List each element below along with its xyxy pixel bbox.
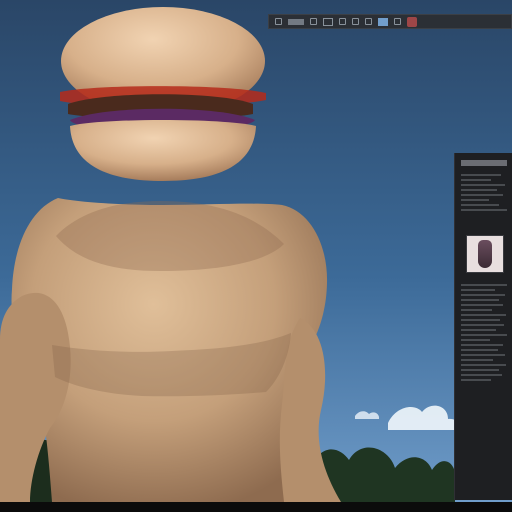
detail-line (461, 314, 506, 316)
properties-panel (454, 153, 512, 500)
detail-line (461, 289, 495, 291)
detail-line (461, 369, 499, 371)
detail-line (461, 319, 500, 321)
export-icon[interactable] (394, 18, 401, 25)
detail-line (461, 334, 507, 336)
eraser-icon[interactable] (352, 18, 359, 25)
panel-header (461, 160, 507, 166)
detail-line (461, 329, 496, 331)
detail-line (461, 304, 503, 306)
brush-icon[interactable] (339, 18, 346, 25)
detail-line (461, 309, 492, 311)
panel-settings-lines (461, 171, 507, 214)
setting-line (461, 194, 503, 196)
detail-line (461, 339, 490, 341)
setting-line (461, 204, 499, 206)
viewport-toolbar (268, 14, 512, 29)
detail-line (461, 344, 503, 346)
detail-line (461, 364, 506, 366)
setting-line (461, 189, 497, 191)
detail-line (461, 359, 493, 361)
thumbnail-subject (478, 240, 492, 268)
setting-line (461, 184, 505, 186)
panel-details-lines (461, 281, 507, 384)
app-window (0, 0, 512, 512)
detail-line (461, 349, 498, 351)
close-icon[interactable] (407, 16, 417, 27)
move-icon[interactable] (288, 18, 304, 25)
setting-line (461, 179, 491, 181)
setting-line (461, 174, 501, 176)
setting-line (461, 209, 507, 211)
image-icon[interactable] (378, 17, 388, 26)
render-viewport[interactable] (0, 0, 512, 502)
detail-line (461, 374, 502, 376)
image-thumbnail-icon[interactable] (466, 235, 504, 273)
detail-line (461, 324, 504, 326)
detail-line (461, 284, 507, 286)
character-body (0, 198, 341, 502)
burger-head (60, 7, 266, 181)
bottom-status-strip (0, 502, 512, 512)
setting-line (461, 199, 489, 201)
layers-icon[interactable] (275, 18, 282, 25)
detail-line (461, 294, 505, 296)
detail-line (461, 354, 505, 356)
select-icon[interactable] (310, 18, 317, 25)
grid-icon[interactable] (365, 18, 372, 25)
detail-line (461, 299, 499, 301)
detail-line (461, 379, 491, 381)
camera-icon[interactable] (323, 17, 333, 26)
